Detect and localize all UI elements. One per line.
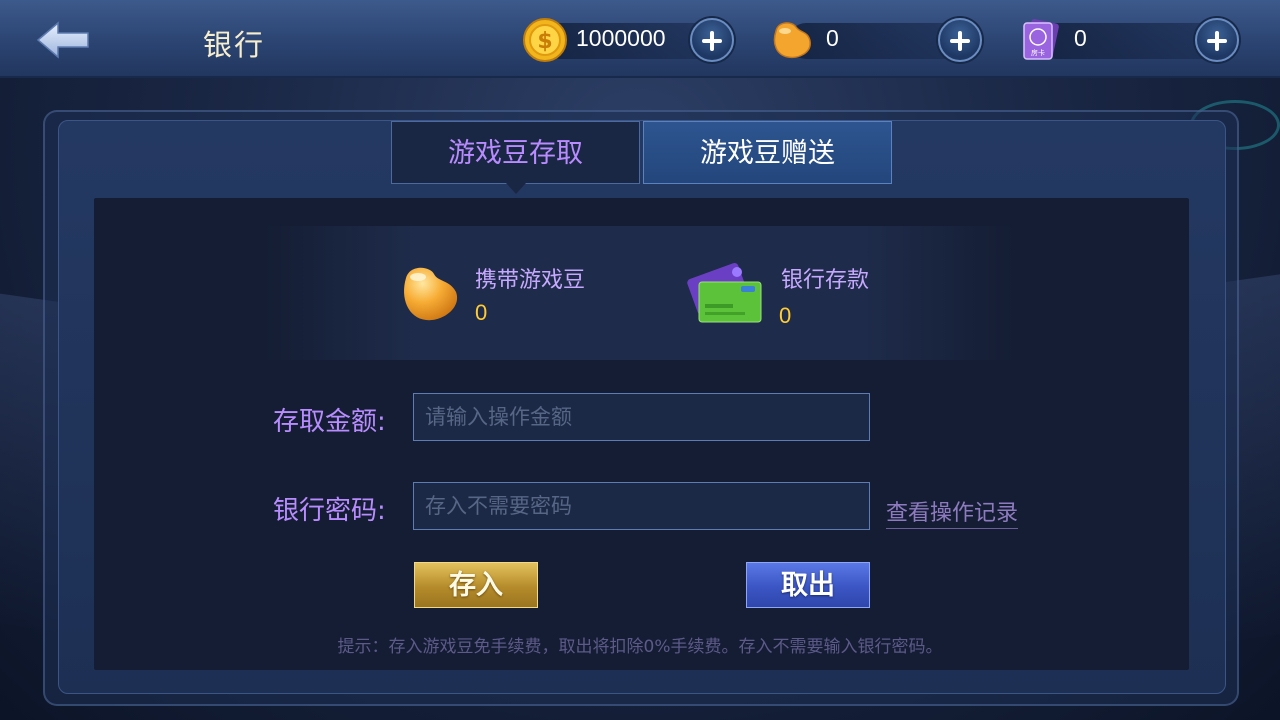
carried-beans-label: 携带游戏豆 [475, 268, 586, 293]
bank-deposit-value: 0 [779, 303, 792, 328]
password-input[interactable] [413, 482, 870, 530]
gold-counter: $ 1000000 [522, 17, 737, 63]
tab-bean-gift[interactable]: 游戏豆赠送 [643, 121, 892, 184]
back-arrow-icon [36, 21, 89, 59]
back-button[interactable] [34, 20, 92, 60]
balance-band [264, 226, 1014, 360]
top-bar: 银行 $ 1000000 0 房卡 0 [0, 0, 1280, 78]
room-card-icon: 房卡 [1023, 19, 1059, 60]
svg-text:$: $ [537, 29, 552, 54]
bean-counter: 0 [768, 17, 988, 63]
bean-icon [773, 22, 811, 59]
svg-text:房卡: 房卡 [1031, 48, 1045, 57]
deposit-button[interactable]: 存入 [414, 562, 538, 608]
gold-value: 1000000 [576, 25, 666, 51]
page-title: 银行 [203, 28, 266, 62]
view-history-link[interactable]: 查看操作记录 [886, 495, 1019, 529]
add-bean-button[interactable] [938, 18, 982, 62]
carried-beans-value: 0 [475, 300, 488, 325]
bank-deposit-label: 银行存款 [781, 268, 870, 293]
tip-text: 提示：存入游戏豆免手续费，取出将扣除0%手续费。存入不需要输入银行密码。 [337, 637, 943, 657]
password-label: 银行密码: [273, 496, 386, 526]
amount-input[interactable] [413, 393, 870, 441]
carried-beans-icon [404, 267, 458, 321]
amount-label: 存取金额: [273, 407, 386, 437]
add-gold-button[interactable] [690, 18, 734, 62]
tab-bean-deposit-withdraw[interactable]: 游戏豆存取 [391, 121, 640, 194]
room-card-value: 0 [1074, 25, 1087, 51]
bean-value: 0 [826, 25, 839, 51]
room-card-counter: 房卡 0 [1018, 17, 1243, 63]
add-room-card-button[interactable] [1195, 18, 1239, 62]
withdraw-button[interactable]: 取出 [746, 562, 870, 608]
bank-card-icon [687, 263, 762, 323]
gold-coin-icon: $ [523, 18, 567, 62]
